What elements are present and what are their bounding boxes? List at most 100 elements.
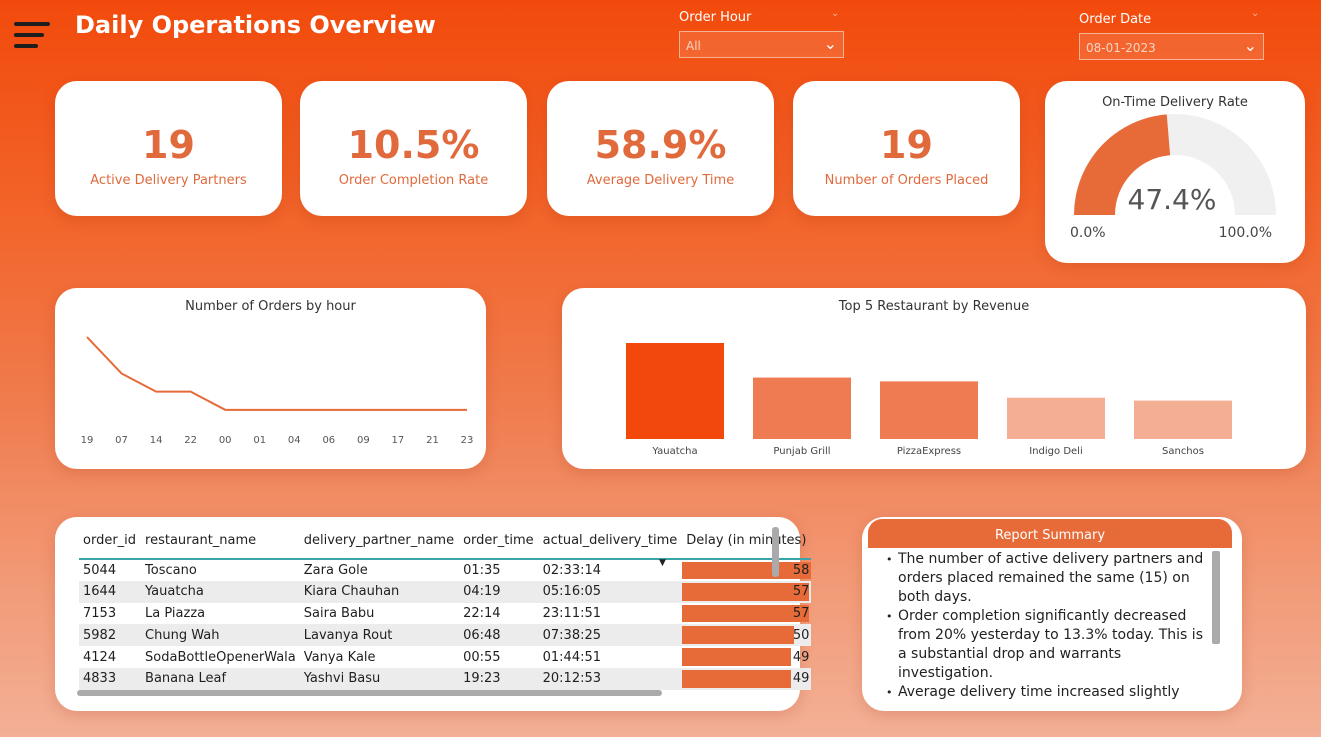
- table-header-row: order_id restaurant_name delivery_partner_…: [79, 529, 812, 559]
- summary-scrollbar[interactable]: [1212, 551, 1220, 644]
- order-hour-label: Order Hour: [679, 10, 752, 25]
- delay-value: 57: [792, 605, 810, 621]
- report-summary-card: Report Summary The number of active deli…: [862, 517, 1242, 711]
- summary-point: The number of active delivery partners a…: [886, 550, 1204, 607]
- table-body: 5044 Toscano Zara Gole 01:35 02:33:14 58 1644 Y…: [79, 559, 812, 690]
- summary-point: Order completion significantly decreased…: [886, 607, 1204, 683]
- table-cell: Vanya Kale: [303, 649, 376, 665]
- orders-by-hour-chart: Number of Orders by hour 19 07 14 22 00 01 04 0…: [55, 288, 486, 469]
- kpi-value: 19: [142, 123, 195, 167]
- bar-yauatcha: [626, 343, 724, 439]
- table-vertical-scrollbar[interactable]: [772, 527, 779, 577]
- orders-line: [86, 336, 467, 411]
- x-tick-label: 22: [184, 435, 197, 446]
- table-cell: Toscano: [145, 562, 197, 578]
- table-cell: 06:48: [459, 624, 539, 647]
- page-title: Daily Operations Overview: [75, 11, 436, 39]
- kpi-label: Number of Orders Placed: [824, 173, 989, 188]
- table-cell: Saira Babu: [303, 605, 375, 621]
- table-cell: 19:23: [459, 667, 539, 690]
- delay-table: order_id restaurant_name delivery_partner_…: [79, 529, 812, 690]
- delay-bar: [682, 648, 792, 666]
- delay-bar: [682, 582, 810, 601]
- kpi-value: 19: [880, 123, 933, 167]
- kpi-card-completion-rate: 10.5% Order Completion Rate: [300, 81, 527, 216]
- order-date-value: 08-01-2023: [1086, 41, 1156, 55]
- order-date-dropdown[interactable]: 08-01-2023 ⌄: [1079, 33, 1264, 60]
- table-cell: 01:44:51: [542, 649, 602, 665]
- column-header[interactable]: actual_delivery_time: [539, 529, 683, 559]
- table-row[interactable]: 4833 Banana Leaf Yashvi Basu 19:23 20:12:53 4…: [79, 667, 812, 690]
- x-tick-label: Indigo Deli: [1029, 446, 1082, 457]
- bar-punjab-grill: [753, 377, 851, 439]
- gauge-value: 47.4%: [1128, 183, 1217, 216]
- table-horizontal-scrollbar[interactable]: [77, 690, 662, 696]
- chevron-down-icon[interactable]: ⌄: [824, 34, 837, 53]
- column-header[interactable]: Delay (in minutes): [682, 529, 811, 559]
- table-cell: SodaBottleOpenerWala: [145, 649, 296, 665]
- x-tick-label: 01: [253, 435, 266, 446]
- x-tick-label: 17: [392, 435, 405, 446]
- x-tick-label: 04: [288, 435, 301, 446]
- x-tick-label: 14: [150, 435, 163, 446]
- x-tick-label: 00: [219, 435, 232, 446]
- kpi-card-orders-placed: 19 Number of Orders Placed: [793, 81, 1020, 216]
- x-tick-label: 06: [322, 435, 335, 446]
- order-hour-slicer: Order Hour ⌄ All ⌄: [679, 8, 844, 58]
- column-header[interactable]: order_time: [459, 529, 539, 559]
- table-cell: 5044: [83, 562, 117, 578]
- column-header[interactable]: delivery_partner_name: [300, 529, 459, 559]
- delay-cell: 49: [682, 646, 811, 668]
- kpi-card-active-partners: 19 Active Delivery Partners: [55, 81, 282, 216]
- table-cell: 23:11:51: [542, 605, 602, 621]
- delay-bar: [682, 626, 794, 645]
- collapse-chevron-icon[interactable]: ⌄: [1251, 8, 1259, 19]
- order-hour-dropdown[interactable]: All ⌄: [679, 31, 844, 58]
- table-cell: 5982: [79, 624, 142, 647]
- x-tick-label: 07: [115, 435, 128, 446]
- x-tick-label: Sanchos: [1162, 446, 1204, 457]
- x-tick-label: 21: [426, 435, 439, 446]
- table-cell: 22:14: [463, 605, 501, 621]
- summary-body: The number of active delivery partners a…: [886, 550, 1204, 700]
- delay-bar: [682, 604, 810, 623]
- table-cell: 04:19: [459, 580, 539, 603]
- table-cell: 07:38:25: [538, 624, 683, 647]
- bar-pizzaexpress: [880, 381, 978, 439]
- hamburger-menu-icon[interactable]: [14, 22, 52, 52]
- delay-table-card: order_id restaurant_name delivery_partner_…: [55, 517, 812, 711]
- delay-bar: [682, 669, 792, 688]
- gauge-svg: 47.4% 0.0% 100.0%: [1070, 114, 1276, 241]
- column-header[interactable]: order_id: [79, 529, 141, 559]
- kpi-label: Average Delivery Time: [586, 173, 735, 188]
- kpi-label: Order Completion Rate: [338, 173, 489, 188]
- table-cell: 1644: [79, 580, 142, 603]
- table-cell: 01:35: [463, 562, 501, 578]
- chevron-down-icon[interactable]: ⌄: [1244, 36, 1257, 55]
- order-hour-value: All: [686, 39, 701, 53]
- table-row[interactable]: 5982 Chung Wah Lavanya Rout 06:48 07:38:25 50: [79, 624, 812, 647]
- table-cell: Yashvi Basu: [299, 667, 460, 690]
- table-row[interactable]: 7153 La Piazza Saira Babu 22:14 23:11:51 57: [79, 603, 811, 625]
- collapse-chevron-icon[interactable]: ⌄: [831, 8, 839, 19]
- table-cell: Yauatcha: [141, 580, 300, 603]
- order-date-label: Order Date: [1079, 12, 1152, 27]
- table-cell: 4833: [79, 667, 142, 690]
- column-header[interactable]: restaurant_name: [141, 529, 300, 559]
- x-tick-label: PizzaExpress: [897, 446, 961, 457]
- delay-value: 49: [792, 649, 810, 665]
- gauge-max-label: 100.0%: [1219, 225, 1272, 241]
- table-row[interactable]: 1644 Yauatcha Kiara Chauhan 04:19 05:16:05 57: [79, 580, 812, 603]
- table-cell: Banana Leaf: [141, 667, 300, 690]
- table-row[interactable]: 4124 SodaBottleOpenerWala Vanya Kale 00:55 0…: [79, 646, 811, 668]
- delay-cell: 57: [682, 603, 811, 625]
- line-chart-svg: 19 07 14 22 00 01 04 06 09 17 21 23: [81, 336, 473, 446]
- table-cell: Zara Gole: [303, 562, 368, 578]
- table-row[interactable]: 5044 Toscano Zara Gole 01:35 02:33:14 58: [79, 559, 812, 581]
- kpi-value: 58.9%: [594, 123, 727, 167]
- x-tick-label: 09: [357, 435, 370, 446]
- sort-descending-icon[interactable]: ▼: [659, 558, 666, 568]
- delay-value: 49: [792, 671, 810, 687]
- top-restaurants-chart: Top 5 Restaurant by Revenue Yauatcha Punj…: [562, 288, 1306, 469]
- table-cell: 4124: [83, 649, 117, 665]
